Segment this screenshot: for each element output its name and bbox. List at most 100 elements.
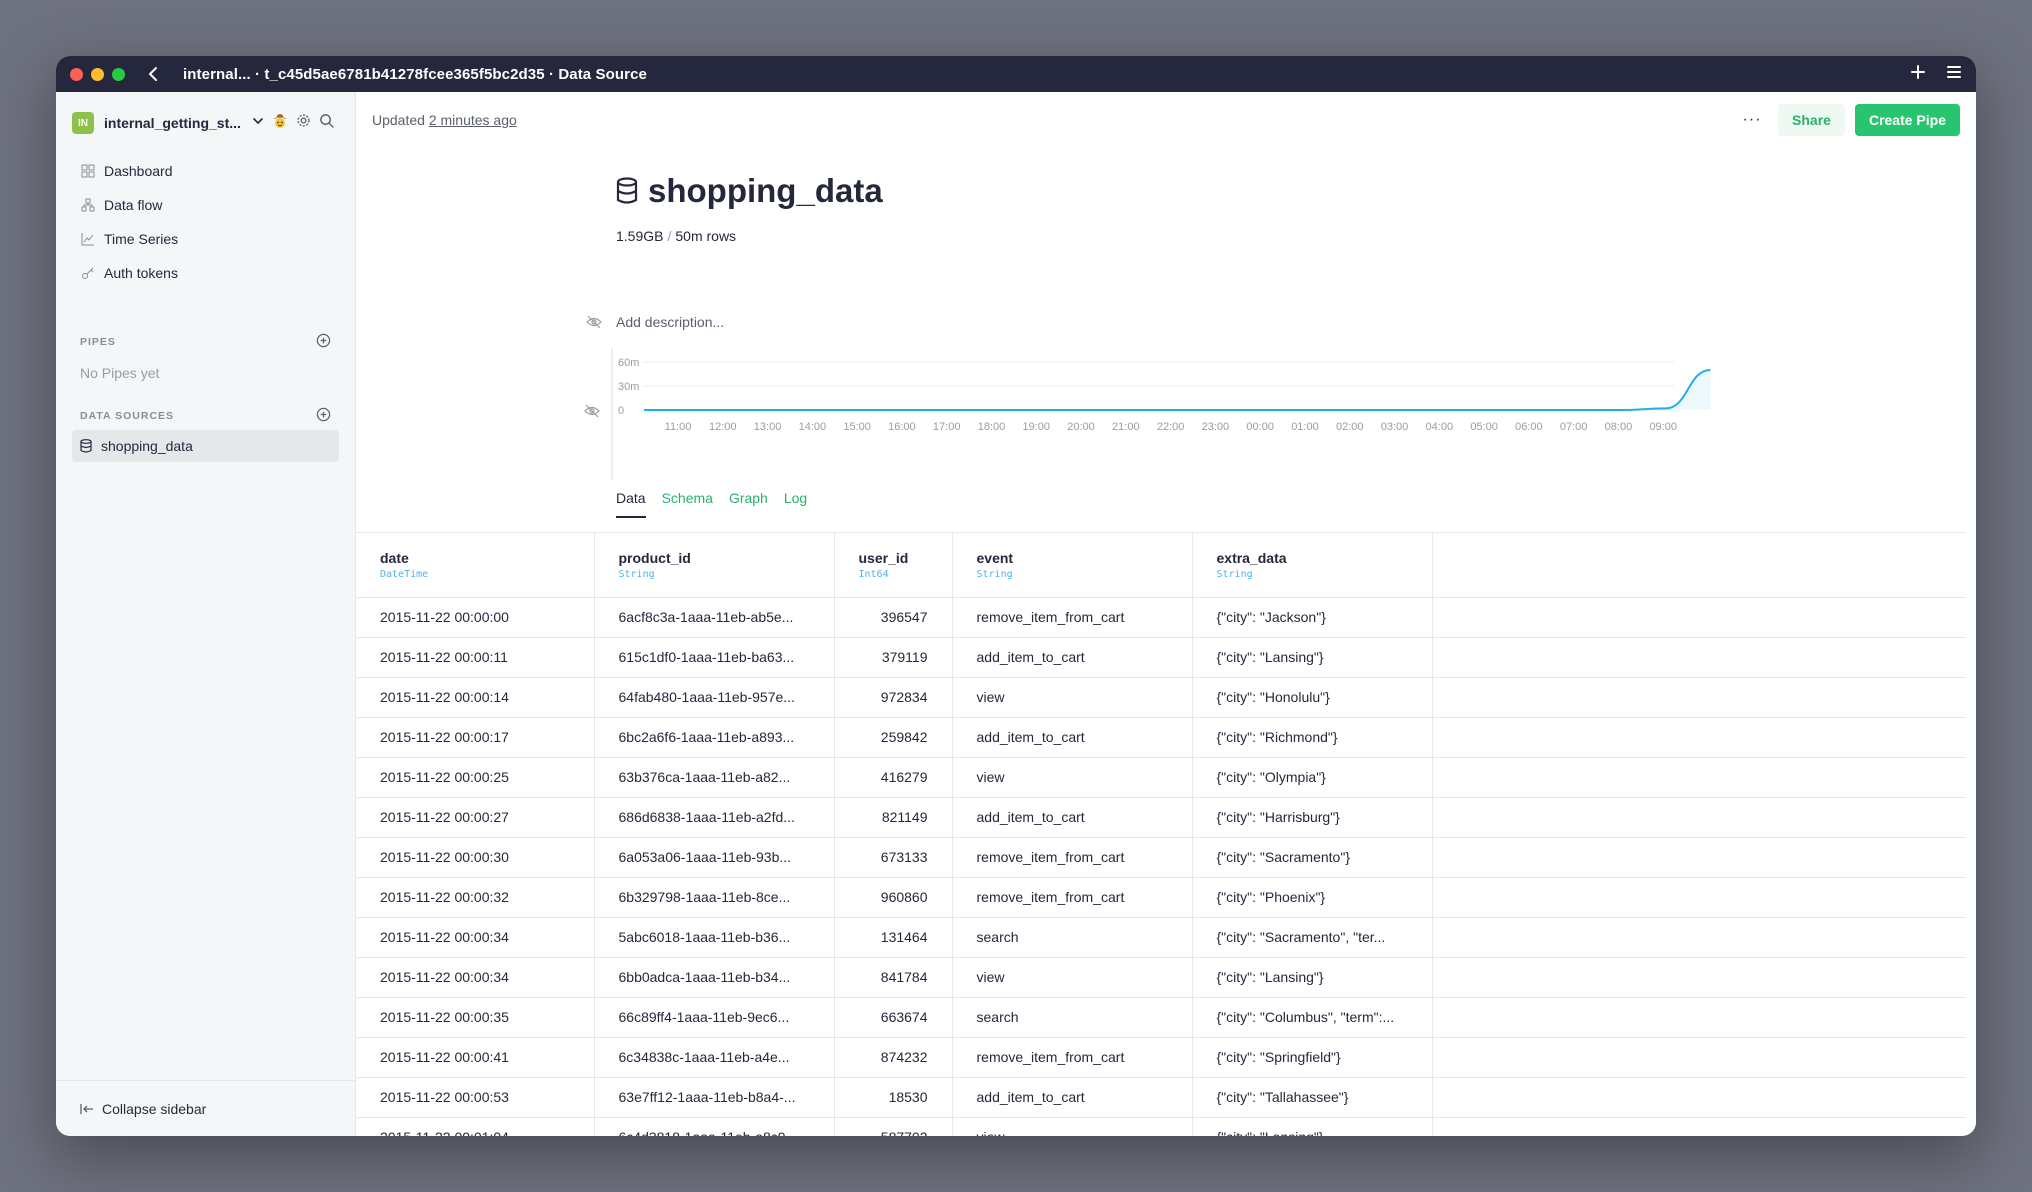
sidebar-item-time-series[interactable]: Time Series bbox=[56, 222, 355, 256]
table-cell-product-id[interactable]: 63b376ca-1aaa-11eb-a82... bbox=[594, 757, 835, 798]
column-header-event[interactable]: event String bbox=[952, 533, 1193, 598]
search-icon[interactable] bbox=[319, 113, 334, 133]
table-cell-product-id[interactable]: 63e7ff12-1aaa-11eb-b8a4-... bbox=[594, 1077, 835, 1118]
table-cell-user-id[interactable]: 663674 bbox=[834, 997, 953, 1038]
table-cell-date[interactable]: 2015-11-22 00:00:17 bbox=[356, 717, 595, 758]
column-header-date[interactable]: date DateTime bbox=[356, 533, 595, 598]
workspace-switcher[interactable]: IN internal_getting_st... bbox=[72, 106, 339, 140]
table-row[interactable]: 2015-11-22 00:00:53 63e7ff12-1aaa-11eb-b8… bbox=[356, 1077, 1966, 1118]
table-row[interactable]: 2015-11-22 00:00:27 686d6838-1aaa-11eb-a2… bbox=[356, 797, 1966, 838]
minimize-window-button[interactable] bbox=[91, 67, 104, 81]
eye-off-icon[interactable] bbox=[586, 315, 606, 329]
table-cell-extra-data[interactable]: {"city": "Olympia"} bbox=[1192, 757, 1433, 798]
create-pipe-button[interactable]: Create Pipe bbox=[1854, 104, 1960, 136]
table-cell-date[interactable]: 2015-11-22 00:01:04 bbox=[356, 1117, 595, 1136]
table-cell-product-id[interactable]: 66c89ff4-1aaa-11eb-9ec6... bbox=[594, 997, 835, 1038]
column-header-product-id[interactable]: product_id String bbox=[594, 533, 835, 598]
table-cell-extra-data[interactable]: {"city": "Richmond"} bbox=[1192, 717, 1433, 758]
table-cell-date[interactable]: 2015-11-22 00:00:14 bbox=[356, 677, 595, 718]
table-cell-user-id[interactable]: 396547 bbox=[834, 597, 953, 638]
table-cell-date[interactable]: 2015-11-22 00:00:27 bbox=[356, 797, 595, 838]
table-cell-product-id[interactable]: 6bc2a6f6-1aaa-11eb-a893... bbox=[594, 717, 835, 758]
table-row[interactable]: 2015-11-22 00:00:00 6acf8c3a-1aaa-11eb-ab… bbox=[356, 597, 1966, 638]
hamburger-menu-icon[interactable] bbox=[1946, 64, 1962, 85]
updated-time-link[interactable]: 2 minutes ago bbox=[429, 112, 517, 128]
table-cell-product-id[interactable]: 6a053a06-1aaa-11eb-93b... bbox=[594, 837, 835, 878]
table-cell-product-id[interactable]: 5abc6018-1aaa-11eb-b36... bbox=[594, 917, 835, 958]
table-cell-extra-data[interactable]: {"city": "Honolulu"} bbox=[1192, 677, 1433, 718]
table-cell-event[interactable]: view bbox=[952, 1117, 1193, 1136]
back-arrow-icon[interactable] bbox=[147, 66, 163, 82]
plus-icon[interactable] bbox=[1910, 64, 1926, 85]
tab-schema[interactable]: Schema bbox=[662, 490, 713, 518]
table-cell-event[interactable]: remove_item_from_cart bbox=[952, 837, 1193, 878]
table-cell-event[interactable]: view bbox=[952, 757, 1193, 798]
table-row[interactable]: 2015-11-22 00:00:30 6a053a06-1aaa-11eb-93… bbox=[356, 837, 1966, 878]
table-cell-event[interactable]: remove_item_from_cart bbox=[952, 877, 1193, 918]
table-cell-product-id[interactable]: 6b329798-1aaa-11eb-8ce... bbox=[594, 877, 835, 918]
gear-icon[interactable] bbox=[296, 113, 311, 133]
table-cell-extra-data[interactable]: {"city": "Tallahassee"} bbox=[1192, 1077, 1433, 1118]
table-cell-event[interactable]: view bbox=[952, 957, 1193, 998]
collapse-sidebar-button[interactable]: Collapse sidebar bbox=[56, 1080, 356, 1136]
description-input[interactable]: Add description... bbox=[616, 314, 724, 330]
table-cell-event[interactable]: remove_item_from_cart bbox=[952, 1037, 1193, 1078]
share-button[interactable]: Share bbox=[1778, 104, 1845, 136]
table-cell-user-id[interactable]: 841784 bbox=[834, 957, 953, 998]
maximize-window-button[interactable] bbox=[112, 67, 125, 81]
table-cell-user-id[interactable]: 972834 bbox=[834, 677, 953, 718]
column-header-extra-data[interactable]: extra_data String bbox=[1192, 533, 1433, 598]
table-row[interactable]: 2015-11-22 00:00:17 6bc2a6f6-1aaa-11eb-a8… bbox=[356, 717, 1966, 758]
table-cell-date[interactable]: 2015-11-22 00:00:11 bbox=[356, 637, 595, 678]
data-table-container[interactable]: date DateTime product_id String user_id Int… bbox=[356, 532, 1966, 1136]
table-cell-date[interactable]: 2015-11-22 00:00:35 bbox=[356, 997, 595, 1038]
table-cell-product-id[interactable]: 6c34838c-1aaa-11eb-a4e... bbox=[594, 1037, 835, 1078]
table-cell-date[interactable]: 2015-11-22 00:00:25 bbox=[356, 757, 595, 798]
sidebar-item-dashboard[interactable]: Dashboard bbox=[56, 154, 355, 188]
table-cell-product-id[interactable]: 64fab480-1aaa-11eb-957e... bbox=[594, 677, 835, 718]
table-cell-user-id[interactable]: 259842 bbox=[834, 717, 953, 758]
column-header-user-id[interactable]: user_id Int64 bbox=[834, 533, 953, 598]
table-cell-date[interactable]: 2015-11-22 00:00:53 bbox=[356, 1077, 595, 1118]
table-cell-extra-data[interactable]: {"city": "Phoenix"} bbox=[1192, 877, 1433, 918]
sidebar-datasource-shopping-data[interactable]: shopping_data bbox=[72, 430, 339, 462]
table-row[interactable]: 2015-11-22 00:00:34 5abc6018-1aaa-11eb-b3… bbox=[356, 917, 1966, 958]
table-cell-extra-data[interactable]: {"city": "Lansing"} bbox=[1192, 637, 1433, 678]
table-cell-user-id[interactable]: 587702 bbox=[834, 1117, 953, 1136]
table-cell-user-id[interactable]: 379119 bbox=[834, 637, 953, 678]
table-cell-extra-data[interactable]: {"city": "Harrisburg"} bbox=[1192, 797, 1433, 838]
table-cell-extra-data[interactable]: {"city": "Springfield"} bbox=[1192, 1037, 1433, 1078]
table-cell-user-id[interactable]: 960860 bbox=[834, 877, 953, 918]
table-row[interactable]: 2015-11-22 00:00:25 63b376ca-1aaa-11eb-a8… bbox=[356, 757, 1966, 798]
table-row[interactable]: 2015-11-22 00:00:35 66c89ff4-1aaa-11eb-9e… bbox=[356, 997, 1966, 1038]
table-cell-extra-data[interactable]: {"city": "Jackson"} bbox=[1192, 597, 1433, 638]
cowboy-emoji-icon[interactable] bbox=[272, 113, 288, 134]
add-pipe-plus-circle-icon[interactable] bbox=[316, 333, 331, 351]
table-cell-event[interactable]: remove_item_from_cart bbox=[952, 597, 1193, 638]
sidebar-item-auth-tokens[interactable]: Auth tokens bbox=[56, 256, 355, 290]
table-row[interactable]: 2015-11-22 00:00:32 6b329798-1aaa-11eb-8c… bbox=[356, 877, 1966, 918]
table-cell-date[interactable]: 2015-11-22 00:00:41 bbox=[356, 1037, 595, 1078]
table-cell-date[interactable]: 2015-11-22 00:00:34 bbox=[356, 917, 595, 958]
table-row[interactable]: 2015-11-22 00:00:41 6c34838c-1aaa-11eb-a4… bbox=[356, 1037, 1966, 1078]
table-row[interactable]: 2015-11-22 00:00:34 6bb0adca-1aaa-11eb-b3… bbox=[356, 957, 1966, 998]
table-row[interactable]: 2015-11-22 00:01:046c4d3818-1aaa-11eb-a8… bbox=[356, 1117, 1966, 1136]
table-cell-extra-data[interactable]: {"city": "Lansing"} bbox=[1192, 1117, 1433, 1136]
more-options-button[interactable]: ··· bbox=[1736, 104, 1768, 136]
close-window-button[interactable] bbox=[70, 67, 83, 81]
table-cell-product-id[interactable]: 6bb0adca-1aaa-11eb-b34... bbox=[594, 957, 835, 998]
table-row[interactable]: 2015-11-22 00:00:14 64fab480-1aaa-11eb-95… bbox=[356, 677, 1966, 718]
table-cell-date[interactable]: 2015-11-22 00:00:00 bbox=[356, 597, 595, 638]
table-cell-date[interactable]: 2015-11-22 00:00:32 bbox=[356, 877, 595, 918]
table-cell-event[interactable]: view bbox=[952, 677, 1193, 718]
table-row[interactable]: 2015-11-22 00:00:11 615c1df0-1aaa-11eb-ba… bbox=[356, 637, 1966, 678]
tab-graph[interactable]: Graph bbox=[729, 490, 768, 518]
table-cell-product-id[interactable]: 6acf8c3a-1aaa-11eb-ab5e... bbox=[594, 597, 835, 638]
table-cell-event[interactable]: add_item_to_cart bbox=[952, 1077, 1193, 1118]
table-cell-product-id[interactable]: 686d6838-1aaa-11eb-a2fd... bbox=[594, 797, 835, 838]
chevron-down-icon[interactable] bbox=[252, 114, 264, 132]
table-cell-event[interactable]: add_item_to_cart bbox=[952, 717, 1193, 758]
add-datasource-plus-circle-icon[interactable] bbox=[316, 407, 331, 425]
table-cell-event[interactable]: search bbox=[952, 917, 1193, 958]
table-cell-user-id[interactable]: 131464 bbox=[834, 917, 953, 958]
